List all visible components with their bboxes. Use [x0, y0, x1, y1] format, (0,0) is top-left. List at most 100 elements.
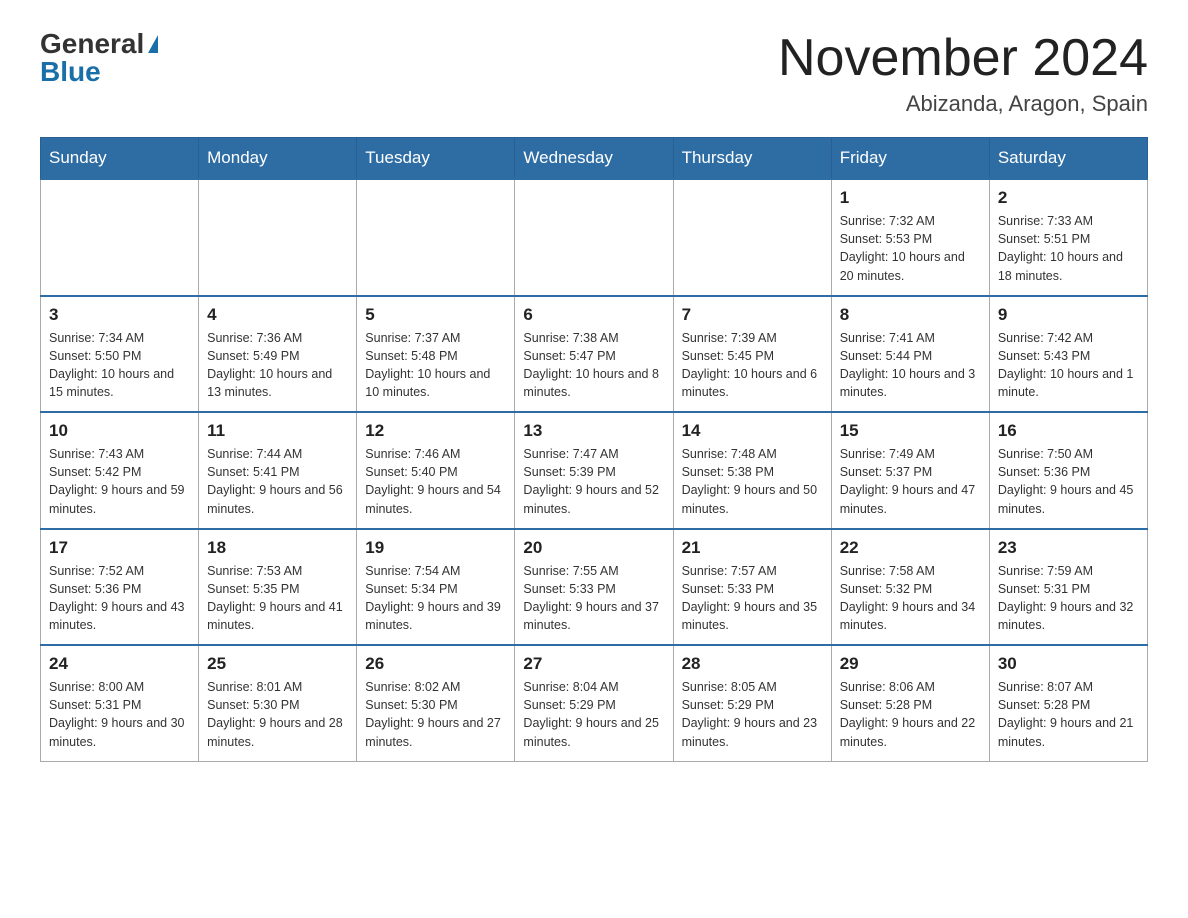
calendar-table: SundayMondayTuesdayWednesdayThursdayFrid…: [40, 137, 1148, 762]
sun-info: Sunrise: 7:54 AM Sunset: 5:34 PM Dayligh…: [365, 562, 506, 635]
logo-general-text: General: [40, 30, 144, 58]
calendar-cell: 25 Sunrise: 8:01 AM Sunset: 5:30 PM Dayli…: [199, 645, 357, 761]
logo-triangle-icon: [148, 35, 158, 53]
calendar-cell: 9 Sunrise: 7:42 AM Sunset: 5:43 PM Daylig…: [989, 296, 1147, 413]
day-number: 20: [523, 538, 664, 558]
sun-info: Sunrise: 8:05 AM Sunset: 5:29 PM Dayligh…: [682, 678, 823, 751]
page-header: General Blue November 2024 Abizanda, Ara…: [40, 30, 1148, 117]
calendar-cell: 24 Sunrise: 8:00 AM Sunset: 5:31 PM Dayli…: [41, 645, 199, 761]
sun-info: Sunrise: 7:38 AM Sunset: 5:47 PM Dayligh…: [523, 329, 664, 402]
sun-info: Sunrise: 7:37 AM Sunset: 5:48 PM Dayligh…: [365, 329, 506, 402]
calendar-day-header: Tuesday: [357, 138, 515, 180]
day-number: 22: [840, 538, 981, 558]
title-section: November 2024 Abizanda, Aragon, Spain: [778, 30, 1148, 117]
calendar-day-header: Monday: [199, 138, 357, 180]
sun-info: Sunrise: 8:00 AM Sunset: 5:31 PM Dayligh…: [49, 678, 190, 751]
sun-info: Sunrise: 7:36 AM Sunset: 5:49 PM Dayligh…: [207, 329, 348, 402]
calendar-cell: 18 Sunrise: 7:53 AM Sunset: 5:35 PM Dayli…: [199, 529, 357, 646]
day-number: 14: [682, 421, 823, 441]
calendar-week-row: 1 Sunrise: 7:32 AM Sunset: 5:53 PM Daylig…: [41, 179, 1148, 296]
sun-info: Sunrise: 7:41 AM Sunset: 5:44 PM Dayligh…: [840, 329, 981, 402]
day-number: 19: [365, 538, 506, 558]
sun-info: Sunrise: 7:48 AM Sunset: 5:38 PM Dayligh…: [682, 445, 823, 518]
sun-info: Sunrise: 7:39 AM Sunset: 5:45 PM Dayligh…: [682, 329, 823, 402]
sun-info: Sunrise: 7:46 AM Sunset: 5:40 PM Dayligh…: [365, 445, 506, 518]
calendar-day-header: Wednesday: [515, 138, 673, 180]
calendar-cell: 12 Sunrise: 7:46 AM Sunset: 5:40 PM Dayli…: [357, 412, 515, 529]
sun-info: Sunrise: 7:58 AM Sunset: 5:32 PM Dayligh…: [840, 562, 981, 635]
day-number: 30: [998, 654, 1139, 674]
calendar-cell: [673, 179, 831, 296]
calendar-cell: 20 Sunrise: 7:55 AM Sunset: 5:33 PM Dayli…: [515, 529, 673, 646]
day-number: 5: [365, 305, 506, 325]
day-number: 13: [523, 421, 664, 441]
day-number: 8: [840, 305, 981, 325]
calendar-week-row: 3Sunrise: 7:34 AM Sunset: 5:50 PM Daylig…: [41, 296, 1148, 413]
day-number: 16: [998, 421, 1139, 441]
sun-info: Sunrise: 7:43 AM Sunset: 5:42 PM Dayligh…: [49, 445, 190, 518]
sun-info: Sunrise: 7:44 AM Sunset: 5:41 PM Dayligh…: [207, 445, 348, 518]
calendar-cell: 16 Sunrise: 7:50 AM Sunset: 5:36 PM Dayli…: [989, 412, 1147, 529]
calendar-cell: 17Sunrise: 7:52 AM Sunset: 5:36 PM Dayli…: [41, 529, 199, 646]
sun-info: Sunrise: 7:50 AM Sunset: 5:36 PM Dayligh…: [998, 445, 1139, 518]
sun-info: Sunrise: 7:55 AM Sunset: 5:33 PM Dayligh…: [523, 562, 664, 635]
day-number: 28: [682, 654, 823, 674]
calendar-day-header: Saturday: [989, 138, 1147, 180]
day-number: 1: [840, 188, 981, 208]
calendar-cell: 27Sunrise: 8:04 AM Sunset: 5:29 PM Dayli…: [515, 645, 673, 761]
calendar-cell: 1 Sunrise: 7:32 AM Sunset: 5:53 PM Daylig…: [831, 179, 989, 296]
calendar-week-row: 24 Sunrise: 8:00 AM Sunset: 5:31 PM Dayli…: [41, 645, 1148, 761]
day-number: 29: [840, 654, 981, 674]
day-number: 25: [207, 654, 348, 674]
calendar-day-header: Sunday: [41, 138, 199, 180]
day-number: 2: [998, 188, 1139, 208]
logo: General Blue: [40, 30, 158, 86]
day-number: 15: [840, 421, 981, 441]
day-number: 18: [207, 538, 348, 558]
sun-info: Sunrise: 7:32 AM Sunset: 5:53 PM Dayligh…: [840, 212, 981, 285]
calendar-cell: 5 Sunrise: 7:37 AM Sunset: 5:48 PM Daylig…: [357, 296, 515, 413]
calendar-cell: 22 Sunrise: 7:58 AM Sunset: 5:32 PM Dayli…: [831, 529, 989, 646]
day-number: 6: [523, 305, 664, 325]
calendar-week-row: 10Sunrise: 7:43 AM Sunset: 5:42 PM Dayli…: [41, 412, 1148, 529]
calendar-cell: [199, 179, 357, 296]
calendar-cell: [357, 179, 515, 296]
sun-info: Sunrise: 8:01 AM Sunset: 5:30 PM Dayligh…: [207, 678, 348, 751]
day-number: 12: [365, 421, 506, 441]
sun-info: Sunrise: 7:59 AM Sunset: 5:31 PM Dayligh…: [998, 562, 1139, 635]
calendar-cell: 4Sunrise: 7:36 AM Sunset: 5:49 PM Daylig…: [199, 296, 357, 413]
month-title: November 2024: [778, 30, 1148, 87]
calendar-cell: 7 Sunrise: 7:39 AM Sunset: 5:45 PM Daylig…: [673, 296, 831, 413]
day-number: 23: [998, 538, 1139, 558]
calendar-cell: 10Sunrise: 7:43 AM Sunset: 5:42 PM Dayli…: [41, 412, 199, 529]
day-number: 26: [365, 654, 506, 674]
day-number: 3: [49, 305, 190, 325]
calendar-day-header: Thursday: [673, 138, 831, 180]
day-number: 24: [49, 654, 190, 674]
sun-info: Sunrise: 7:33 AM Sunset: 5:51 PM Dayligh…: [998, 212, 1139, 285]
sun-info: Sunrise: 7:53 AM Sunset: 5:35 PM Dayligh…: [207, 562, 348, 635]
sun-info: Sunrise: 8:06 AM Sunset: 5:28 PM Dayligh…: [840, 678, 981, 751]
sun-info: Sunrise: 7:42 AM Sunset: 5:43 PM Dayligh…: [998, 329, 1139, 402]
calendar-cell: 14 Sunrise: 7:48 AM Sunset: 5:38 PM Dayli…: [673, 412, 831, 529]
sun-info: Sunrise: 8:07 AM Sunset: 5:28 PM Dayligh…: [998, 678, 1139, 751]
calendar-cell: 29 Sunrise: 8:06 AM Sunset: 5:28 PM Dayli…: [831, 645, 989, 761]
day-number: 21: [682, 538, 823, 558]
calendar-cell: 28 Sunrise: 8:05 AM Sunset: 5:29 PM Dayli…: [673, 645, 831, 761]
sun-info: Sunrise: 8:04 AM Sunset: 5:29 PM Dayligh…: [523, 678, 664, 751]
calendar-cell: 23 Sunrise: 7:59 AM Sunset: 5:31 PM Dayli…: [989, 529, 1147, 646]
day-number: 17: [49, 538, 190, 558]
day-number: 11: [207, 421, 348, 441]
day-number: 9: [998, 305, 1139, 325]
calendar-header-row: SundayMondayTuesdayWednesdayThursdayFrid…: [41, 138, 1148, 180]
day-number: 7: [682, 305, 823, 325]
sun-info: Sunrise: 7:47 AM Sunset: 5:39 PM Dayligh…: [523, 445, 664, 518]
sun-info: Sunrise: 7:57 AM Sunset: 5:33 PM Dayligh…: [682, 562, 823, 635]
sun-info: Sunrise: 7:49 AM Sunset: 5:37 PM Dayligh…: [840, 445, 981, 518]
calendar-cell: 6 Sunrise: 7:38 AM Sunset: 5:47 PM Daylig…: [515, 296, 673, 413]
calendar-cell: 15 Sunrise: 7:49 AM Sunset: 5:37 PM Dayli…: [831, 412, 989, 529]
calendar-cell: 19 Sunrise: 7:54 AM Sunset: 5:34 PM Dayli…: [357, 529, 515, 646]
location-text: Abizanda, Aragon, Spain: [778, 91, 1148, 117]
calendar-cell: 26Sunrise: 8:02 AM Sunset: 5:30 PM Dayli…: [357, 645, 515, 761]
calendar-cell: [515, 179, 673, 296]
